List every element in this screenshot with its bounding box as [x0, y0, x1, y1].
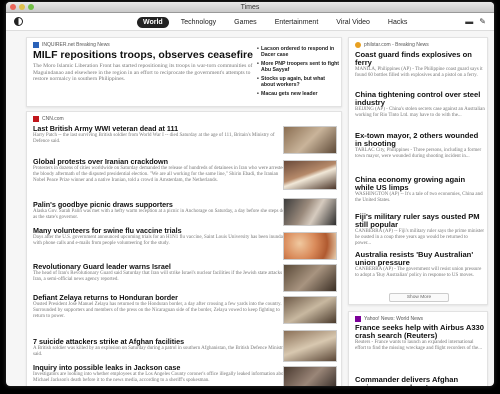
feed-source: philstar.com - Breaking News — [355, 42, 429, 48]
story-summary: Alaska Gov. Sarah Palin was met with a h… — [33, 209, 291, 220]
side-story-item[interactable]: Australia resists 'Buy Australian' union… — [355, 250, 485, 279]
story-summary: A British soldier was killed by an explo… — [33, 346, 286, 357]
toolbar-actions: ▬ ✎ — [465, 17, 486, 26]
inquirer-favicon-icon — [33, 42, 39, 48]
edit-pencil-icon[interactable]: ✎ — [479, 17, 486, 26]
yahoo-favicon-icon — [355, 316, 361, 322]
story-thumbnail[interactable] — [283, 232, 337, 260]
story-thumbnail[interactable] — [283, 296, 337, 324]
related-link[interactable]: Stocks up again, but what about workers? — [257, 76, 339, 88]
side-column: philstar.com - Breaking News Coast guard… — [348, 37, 488, 386]
story-item[interactable]: Last British Army WWI veteran dead at 11… — [33, 125, 291, 145]
theme-toggle-icon[interactable] — [14, 17, 23, 26]
story-headline[interactable]: Ex-town mayor, 2 others wounded in shoot… — [355, 131, 485, 148]
related-link[interactable]: More PNP troopers sent to fight Abu Sayy… — [257, 61, 339, 73]
side-story-item[interactable]: Fiji's military ruler says ousted PM sti… — [355, 212, 485, 247]
story-summary: Investigators are looking into whether e… — [33, 372, 288, 383]
story-headline[interactable]: Defiant Zelaya returns to Honduran borde… — [33, 294, 291, 302]
story-thumbnail[interactable] — [283, 126, 337, 154]
story-headline[interactable]: Revolutionary Guard leader warns Israel — [33, 263, 291, 271]
story-summary: Days after the U.S. government announced… — [33, 235, 289, 246]
show-more-button[interactable]: Show More — [389, 293, 449, 302]
story-headline[interactable]: France seeks help with Airbus A330 crash… — [355, 323, 485, 340]
story-item[interactable]: Many volunteers for swine flu vaccine tr… — [33, 227, 291, 247]
philstar-favicon-icon — [355, 42, 361, 48]
feed-source: CNN.com — [33, 116, 64, 122]
tab-viral-video[interactable]: Viral Video — [330, 17, 376, 28]
story-thumbnail[interactable] — [283, 330, 337, 362]
story-headline[interactable]: Last British Army WWI veteran dead at 11… — [33, 125, 291, 133]
cnn-favicon-icon — [33, 116, 39, 122]
story-item[interactable]: 7 suicide attackers strike at Afghan fac… — [33, 338, 291, 358]
story-summary: WASHINGTON (AP) -- It's a tale of two ec… — [355, 192, 483, 204]
side-story-item[interactable]: Commander delivers Afghan review, no wor… — [355, 375, 485, 386]
philstar-card: philstar.com - Breaking News Coast guard… — [348, 37, 488, 305]
tab-games[interactable]: Games — [228, 17, 263, 28]
story-thumbnail[interactable] — [283, 264, 337, 292]
content-area: INQUIRER.net Breaking News MILF repositi… — [6, 32, 494, 386]
toolbar: World Technology Games Entertainment Vir… — [6, 13, 494, 31]
close-window-button[interactable] — [10, 4, 16, 10]
story-headline[interactable]: Global protests over Iranian crackdown — [33, 158, 291, 166]
side-story-item[interactable]: Ex-town mayor, 2 others wounded in shoot… — [355, 131, 485, 160]
tray-icon[interactable]: ▬ — [465, 17, 473, 26]
story-summary: MANILA, Philippines (AP) - The Philippin… — [355, 67, 483, 79]
story-headline[interactable]: Fiji's military ruler says ousted PM sti… — [355, 212, 485, 229]
story-thumbnail[interactable] — [283, 366, 337, 386]
story-headline[interactable]: Many volunteers for swine flu vaccine tr… — [33, 227, 291, 235]
story-item[interactable]: Palin's goodbye picnic draws supporters … — [33, 201, 291, 221]
story-summary: Harry Patch -- the last surviving Britis… — [33, 133, 275, 144]
story-thumbnail[interactable] — [283, 198, 337, 226]
main-column: INQUIRER.net Breaking News MILF repositi… — [26, 37, 342, 386]
category-tabs: World Technology Games Entertainment Vir… — [137, 17, 413, 28]
story-summary: CANBERRA (AP) - The government will resi… — [355, 267, 482, 279]
minimize-window-button[interactable] — [19, 4, 25, 10]
tab-entertainment[interactable]: Entertainment — [269, 17, 325, 28]
story-headline[interactable]: China tightening control over steel indu… — [355, 90, 485, 107]
story-summary: Reuters - France wants to launch an expa… — [355, 340, 482, 352]
zoom-window-button[interactable] — [28, 4, 34, 10]
story-summary: TARLAC City, Philippines - Three persons… — [355, 148, 482, 160]
feed-source: Yahoo! News: World News — [355, 316, 423, 322]
title-bar: Times — [6, 2, 494, 13]
cnn-card: CNN.com Last British Army WWI veteran de… — [26, 111, 342, 386]
story-headline[interactable]: Inquiry into possible leaks in Jackson c… — [33, 364, 291, 372]
story-item[interactable]: Defiant Zelaya returns to Honduran borde… — [33, 294, 291, 319]
story-thumbnail[interactable] — [283, 160, 337, 190]
side-story-item[interactable]: China tightening control over steel indu… — [355, 90, 485, 119]
story-headline[interactable]: China economy growing again while US lim… — [355, 175, 485, 192]
lead-headline[interactable]: MILF repositions troops, observes ceasef… — [33, 50, 263, 61]
tab-hacks[interactable]: Hacks — [382, 17, 413, 28]
story-item[interactable]: Global protests over Iranian crackdown P… — [33, 158, 291, 183]
story-summary: BEIJING (AP) - China's stolen secrets ca… — [355, 107, 485, 119]
window-title: Times — [240, 4, 260, 11]
lead-summary: The Moro Islamic Liberation Front has st… — [33, 63, 253, 82]
story-summary: CANBERRA (AP) -- Fiji's military ruler s… — [355, 229, 485, 246]
related-link[interactable]: Macau gets new leader — [257, 91, 339, 97]
side-story-item[interactable]: France seeks help with Airbus A330 crash… — [355, 323, 485, 352]
story-headline[interactable]: Commander delivers Afghan review, no wor… — [355, 375, 485, 386]
story-headline[interactable]: Australia resists 'Buy Australian' union… — [355, 250, 485, 267]
story-summary: The head of Iran's Revolutionary Guard s… — [33, 271, 283, 282]
story-headline[interactable]: Coast guard finds explosives on ferry — [355, 50, 485, 67]
inquirer-card: INQUIRER.net Breaking News MILF repositi… — [26, 37, 342, 107]
story-headline[interactable]: 7 suicide attackers strike at Afghan fac… — [33, 338, 291, 346]
yahoo-card: Yahoo! News: World News France seeks hel… — [348, 311, 488, 386]
app-window: Times World Technology Games Entertainme… — [6, 2, 494, 386]
feed-source: INQUIRER.net Breaking News — [33, 42, 110, 48]
side-story-item[interactable]: Coast guard finds explosives on ferry MA… — [355, 50, 485, 79]
side-story-item[interactable]: China economy growing again while US lim… — [355, 175, 485, 204]
window-controls — [10, 4, 34, 10]
tab-technology[interactable]: Technology — [175, 17, 222, 28]
story-summary: Protesters in dozens of cities worldwide… — [33, 166, 291, 183]
story-headline[interactable]: Palin's goodbye picnic draws supporters — [33, 201, 291, 209]
story-item[interactable]: Revolutionary Guard leader warns Israel … — [33, 263, 291, 283]
related-links: Lacson ordered to respond in Dacer case … — [257, 46, 339, 100]
story-summary: Ousted President Jose Manuel Zelaya has … — [33, 302, 282, 319]
related-link[interactable]: Lacson ordered to respond in Dacer case — [257, 46, 339, 58]
story-item[interactable]: Inquiry into possible leaks in Jackson c… — [33, 364, 291, 384]
tab-world[interactable]: World — [137, 17, 169, 28]
